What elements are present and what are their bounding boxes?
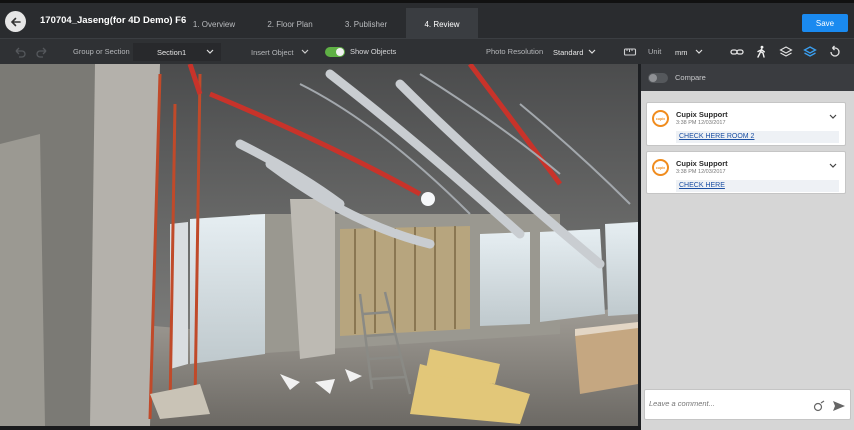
logo-icon: cupix bbox=[655, 165, 666, 170]
comments-panel: Compare cupix Cupix Support 3:38 PM 12/0… bbox=[641, 64, 854, 430]
unit-select[interactable]: mm bbox=[675, 43, 705, 61]
avatar: cupix bbox=[652, 159, 669, 176]
comment-card[interactable]: cupix Cupix Support 3:38 PM 12/03/2017 C… bbox=[646, 151, 846, 194]
project-title: 170704_Jaseng(for 4D Demo) F6 bbox=[40, 15, 187, 26]
undo-icon[interactable] bbox=[12, 44, 28, 60]
chevron-down-icon[interactable] bbox=[829, 114, 837, 120]
comment-time: 3:38 PM 12/03/2017 bbox=[676, 120, 726, 126]
bottom-strip bbox=[0, 426, 641, 430]
arrow-left-icon bbox=[10, 17, 21, 26]
comment-author: Cupix Support bbox=[676, 159, 728, 168]
top-bar: 170704_Jaseng(for 4D Demo) F6 1. Overvie… bbox=[0, 0, 854, 41]
chevron-down-icon bbox=[695, 49, 703, 54]
comment-author: Cupix Support bbox=[676, 110, 728, 119]
section-select-value: Section1 bbox=[157, 47, 187, 57]
photo-resolution-value: Standard bbox=[553, 47, 584, 57]
panorama-image[interactable] bbox=[0, 64, 638, 426]
redo-icon[interactable] bbox=[34, 44, 50, 60]
compare-label: Compare bbox=[675, 73, 706, 82]
insert-object-label: Insert Object bbox=[251, 47, 294, 57]
app-window: 170704_Jaseng(for 4D Demo) F6 1. Overvie… bbox=[0, 0, 854, 430]
panorama-viewer[interactable] bbox=[0, 64, 638, 426]
camera-icon[interactable] bbox=[812, 400, 826, 412]
unit-value: mm bbox=[675, 47, 688, 57]
comment-input[interactable] bbox=[649, 399, 799, 408]
comment-link[interactable]: CHECK HERE bbox=[676, 180, 839, 192]
tab-review[interactable]: 4. Review bbox=[406, 8, 478, 41]
compare-toggle[interactable] bbox=[648, 73, 668, 83]
send-icon[interactable] bbox=[832, 400, 846, 412]
tab-floor-plan[interactable]: 2. Floor Plan bbox=[255, 8, 325, 41]
section-select[interactable]: Section1 bbox=[133, 43, 221, 61]
layers-active-icon[interactable] bbox=[802, 44, 818, 60]
chevron-down-icon bbox=[206, 49, 214, 54]
toggle-knob bbox=[336, 48, 344, 56]
back-button[interactable] bbox=[5, 11, 26, 32]
tab-publisher[interactable]: 3. Publisher bbox=[332, 8, 400, 41]
chevron-down-icon bbox=[588, 49, 596, 54]
reset-rotate-icon[interactable] bbox=[827, 44, 843, 60]
chevron-down-icon bbox=[301, 49, 309, 54]
unit-label: Unit bbox=[648, 47, 662, 56]
ruler-icon[interactable] bbox=[622, 44, 638, 60]
chevron-down-icon[interactable] bbox=[829, 163, 837, 169]
insert-object-select[interactable]: Insert Object bbox=[251, 43, 311, 61]
avatar: cupix bbox=[652, 110, 669, 127]
comment-time: 3:38 PM 12/03/2017 bbox=[676, 169, 726, 175]
tab-overview[interactable]: 1. Overview bbox=[180, 8, 248, 41]
group-section-label: Group or Section bbox=[73, 47, 130, 56]
photo-resolution-select[interactable]: Standard bbox=[553, 43, 598, 61]
walk-icon[interactable] bbox=[753, 44, 769, 60]
save-button[interactable]: Save bbox=[802, 14, 848, 32]
comment-link[interactable]: CHECK HERE ROOM 2 bbox=[676, 131, 839, 143]
toggle-knob bbox=[649, 74, 657, 82]
photo-resolution-label: Photo Resolution bbox=[486, 47, 544, 56]
logo-icon: cupix bbox=[655, 116, 666, 121]
link-icon[interactable] bbox=[729, 44, 745, 60]
toolbar: Group or Section Section1 Insert Object … bbox=[0, 38, 854, 64]
layers-icon[interactable] bbox=[778, 44, 794, 60]
compare-bar: Compare bbox=[641, 64, 854, 91]
comment-box bbox=[644, 389, 851, 420]
show-objects-toggle[interactable] bbox=[325, 47, 345, 57]
comment-card[interactable]: cupix Cupix Support 3:38 PM 12/03/2017 C… bbox=[646, 102, 846, 146]
show-objects-label: Show Objects bbox=[350, 47, 397, 56]
